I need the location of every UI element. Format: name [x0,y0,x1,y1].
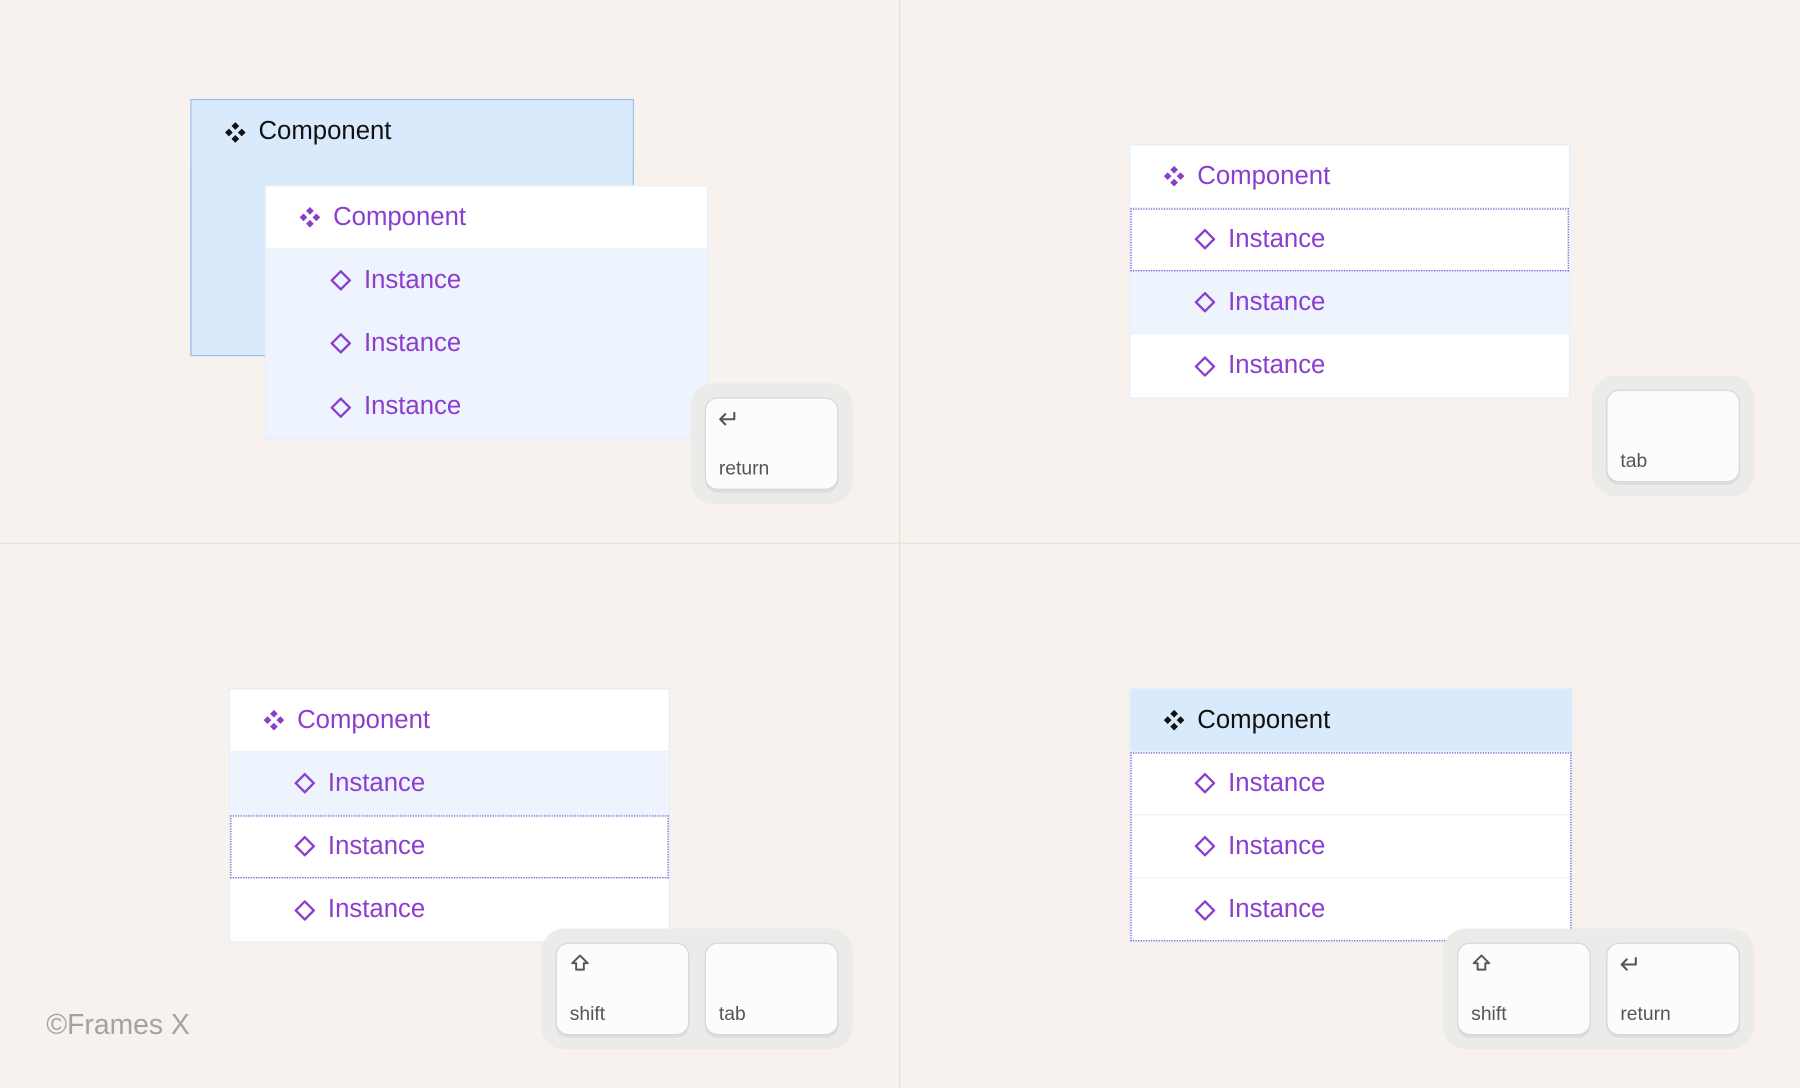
keycap-label: tab [719,1003,824,1025]
instance-label: Instance [328,831,425,861]
keycap-label: shift [1471,1003,1576,1025]
keycap-return: return [1606,943,1740,1036]
keycap-tab: tab [1606,390,1740,483]
quadrant-bottom-left: Component Instance Instance Instance shi… [0,544,900,1088]
instance-icon [331,270,352,291]
quadrant-grid: Component Component Instance Instance In… [0,0,1800,1088]
instance-row-selected: Instance [230,815,669,878]
component-label: Component [297,705,430,735]
instance-label: Instance [1228,287,1325,317]
keycap-shift: shift [1457,943,1591,1036]
instance-label: Instance [1228,351,1325,381]
quadrant-bottom-right: Component Instance Instance Instance [900,544,1800,1088]
quadrant-top-right: Component Instance Instance Instance tab [900,0,1800,544]
component-header: Component [192,100,633,163]
keycap-label: tab [1620,450,1725,472]
keycap-label: return [1620,1003,1725,1025]
component-header-selected: Component [1130,689,1571,752]
instance-label: Instance [364,392,461,422]
instance-row: Instance [230,752,669,815]
panel-front: Component Instance Instance Instance [265,185,709,440]
component-header: Component [1130,145,1569,208]
keycap-group: return [691,383,853,504]
instance-icon [1195,900,1216,921]
instance-row: Instance [266,376,707,439]
quadrant-top-left: Component Component Instance Instance In… [0,0,900,544]
instance-row: Instance [1130,752,1571,815]
component-label: Component [1197,161,1330,191]
keycap-label: shift [570,1003,675,1025]
instance-label: Instance [364,266,461,296]
component-label: Component [333,203,466,233]
instance-group-selected: Instance Instance Instance [1130,752,1571,941]
instance-label: Instance [1228,768,1325,798]
keycap-group: shift return [1443,928,1754,1049]
keycap-group: tab [1592,376,1754,497]
instance-icon [331,333,352,354]
return-icon [1620,953,1641,974]
component-icon [225,122,246,143]
keycap-tab: tab [705,943,839,1036]
panel: Component Instance Instance Instance [229,688,670,943]
instance-label: Instance [1228,831,1325,861]
instance-label: Instance [364,329,461,359]
instance-icon [1195,773,1216,794]
credit-text: ©Frames X [46,1008,189,1041]
component-icon [300,207,321,228]
instance-icon [294,900,315,921]
keycap-return: return [705,397,839,490]
instance-icon [294,836,315,857]
blank-icon [719,953,740,974]
component-icon [264,710,285,731]
instance-icon [1195,292,1216,313]
keycap-label: return [719,458,824,480]
instance-row: Instance [266,249,707,312]
keycap-group: shift tab [541,928,852,1049]
instance-row: Instance [266,312,707,375]
shift-icon [1471,953,1492,974]
instance-icon [1195,229,1216,250]
instance-row: Instance [1130,334,1569,397]
instance-label: Instance [1228,895,1325,925]
instance-row: Instance [1130,271,1569,334]
component-icon [1164,166,1185,187]
instance-icon [294,773,315,794]
component-icon [1164,710,1185,731]
blank-icon [1620,400,1641,421]
keycap-shift: shift [556,943,690,1036]
return-icon [719,408,740,429]
shift-icon [570,953,591,974]
component-header: Component [230,689,669,752]
instance-row: Instance [1130,815,1571,878]
instance-icon [1195,836,1216,857]
panel: Component Instance Instance Instance [1129,144,1570,399]
instance-label: Instance [328,895,425,925]
panel: Component Instance Instance Instance [1129,688,1573,943]
instance-icon [1195,356,1216,377]
component-label: Component [1197,705,1330,735]
component-header: Component [266,186,707,249]
component-label: Component [258,117,391,147]
instance-icon [331,397,352,418]
instance-label: Instance [328,768,425,798]
instance-label: Instance [1228,224,1325,254]
instance-row-selected: Instance [1130,208,1569,271]
